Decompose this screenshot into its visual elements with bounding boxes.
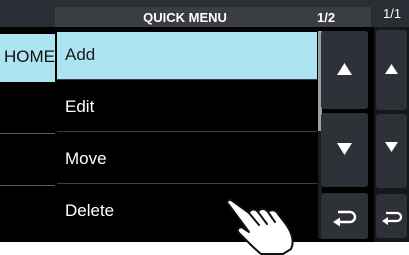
menu-item-move[interactable]: Move xyxy=(57,136,317,184)
return-icon xyxy=(382,211,403,225)
down-arrow-icon xyxy=(337,143,352,155)
background-divider xyxy=(0,133,58,134)
menu-item-label: Delete xyxy=(65,201,115,220)
down-arrow-icon xyxy=(385,142,398,152)
background-home-item: HOME xyxy=(0,34,58,82)
quick-menu-title: QUICK MENU xyxy=(143,10,227,25)
menu-item-label: Move xyxy=(65,149,107,168)
up-arrow-icon xyxy=(337,63,352,75)
background-back-button xyxy=(376,194,407,238)
scroll-down-button[interactable] xyxy=(321,113,368,187)
quick-menu-dialog: QUICK MENU 1/2 Add Edit Move Delete xyxy=(55,7,371,242)
background-page-indicator: 1/1 xyxy=(383,6,402,21)
up-arrow-icon xyxy=(385,64,398,74)
background-divider xyxy=(0,185,58,186)
background-down-button xyxy=(376,114,407,188)
quick-menu-page-indicator: 1/2 xyxy=(317,10,336,25)
menu-item-edit[interactable]: Edit xyxy=(57,84,317,132)
menu-item-label: Add xyxy=(65,45,96,64)
menu-item-label: Edit xyxy=(65,97,95,116)
background-up-button xyxy=(376,30,407,110)
pointing-hand-icon xyxy=(226,198,294,255)
background-home-label: HOME xyxy=(4,47,55,66)
quick-menu-header: QUICK MENU 1/2 xyxy=(55,7,371,27)
menu-item-add[interactable]: Add xyxy=(57,32,317,80)
return-icon xyxy=(333,210,357,227)
back-button[interactable] xyxy=(321,193,368,239)
scroll-up-button[interactable] xyxy=(321,31,368,109)
